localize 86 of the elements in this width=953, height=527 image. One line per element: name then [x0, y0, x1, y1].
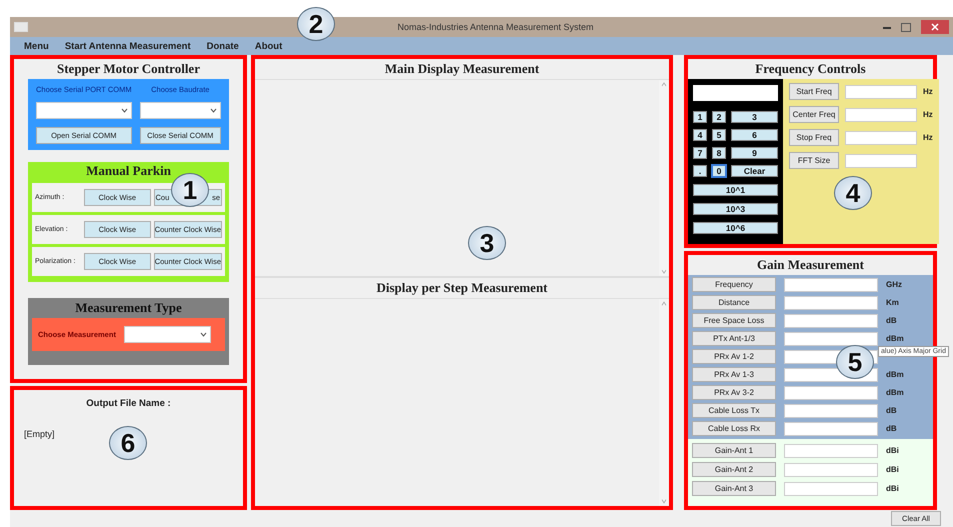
- unit-label: Hz: [923, 133, 933, 142]
- dropdown-caret-icon: [120, 108, 128, 113]
- gain-field[interactable]: [784, 278, 878, 292]
- keypad-key[interactable]: 10^1: [693, 184, 778, 196]
- panel-title: Frequency Controls: [754, 60, 867, 78]
- keypad-key[interactable]: 6: [731, 129, 778, 141]
- gain-button[interactable]: PRx Av 1-2: [692, 349, 776, 364]
- gain-field[interactable]: [784, 314, 878, 328]
- app-icon: [14, 22, 28, 32]
- group-title: Measurement Type: [74, 299, 183, 317]
- keypad-key[interactable]: 5: [712, 129, 726, 141]
- gain-button[interactable]: PRx Av 3-2: [692, 385, 776, 400]
- gain-field[interactable]: [784, 422, 878, 436]
- unit-label: dB: [886, 406, 897, 415]
- keypad-key[interactable]: 10^6: [693, 222, 778, 234]
- gain-button[interactable]: Free Space Loss: [692, 313, 776, 328]
- unit-label: dBi: [886, 446, 899, 455]
- frequency-field[interactable]: [845, 84, 917, 98]
- measurement-dropdown[interactable]: [124, 326, 211, 343]
- unit-label: dBm: [886, 334, 904, 343]
- gain-field[interactable]: [784, 462, 878, 476]
- display-title: Display per Step Measurement: [375, 279, 549, 298]
- keypad-key[interactable]: 7: [693, 147, 707, 159]
- menu-item[interactable]: Donate: [206, 40, 239, 52]
- keypad-key[interactable]: 10^3: [693, 203, 778, 215]
- keypad-key[interactable]: 2: [712, 111, 726, 123]
- port-dropdown[interactable]: [36, 102, 132, 119]
- gain-field[interactable]: [784, 404, 878, 418]
- frequency-field[interactable]: [845, 108, 917, 122]
- dropdown-caret-icon: [210, 108, 217, 113]
- keypad-key[interactable]: 9: [731, 147, 778, 159]
- menu-item[interactable]: About: [254, 40, 282, 52]
- keypad-key[interactable]: 3: [731, 111, 778, 123]
- sweep-setting-button[interactable]: FFT Size: [789, 152, 839, 169]
- minimize-icon[interactable]: [883, 24, 891, 30]
- gain-button[interactable]: PTx Ant-1/3: [692, 331, 776, 346]
- keypad-display[interactable]: [693, 85, 778, 101]
- panel-title: Stepper Motor Controller: [56, 60, 201, 78]
- gain-button[interactable]: Gain-Ant 2: [692, 462, 776, 477]
- scrollbar[interactable]: [659, 80, 669, 276]
- gain-button[interactable]: Cable Loss Rx: [692, 421, 776, 436]
- keypad-key[interactable]: 4: [693, 129, 707, 141]
- unit-label: dBi: [886, 465, 899, 474]
- display-title: Main Display Measurement: [384, 60, 540, 78]
- gain-button[interactable]: Gain-Ant 3: [692, 481, 776, 496]
- keypad-key[interactable]: .: [693, 165, 707, 177]
- frequency-field[interactable]: [845, 130, 917, 144]
- unit-label: Hz: [923, 110, 933, 119]
- gain-field[interactable]: [784, 444, 878, 458]
- gain-button[interactable]: Cable Loss Tx: [692, 403, 776, 418]
- gain-field[interactable]: [784, 482, 878, 496]
- gain-button[interactable]: PRx Av 1-3: [692, 367, 776, 382]
- unit-label: dBm: [886, 388, 904, 397]
- gain-field[interactable]: [784, 332, 878, 346]
- gain-button[interactable]: Distance: [692, 295, 776, 310]
- sweep-setting-button[interactable]: Stop Freq: [789, 129, 839, 146]
- baudrate-dropdown[interactable]: [140, 102, 221, 119]
- unit-label: Hz: [923, 87, 933, 96]
- group-title: Manual Parkin: [85, 162, 172, 180]
- keypad-key[interactable]: 8: [712, 147, 726, 159]
- unit-label: dB: [886, 316, 897, 325]
- menu-item[interactable]: Start Antenna Measurement: [64, 40, 191, 52]
- unit-label: dB: [886, 424, 897, 433]
- sweep-setting-button[interactable]: Start Freq: [789, 83, 839, 100]
- output-title: Output File Name :: [85, 398, 172, 409]
- gain-button[interactable]: Gain-Ant 1: [692, 443, 776, 458]
- unit-label: GHz: [886, 280, 902, 289]
- gain-field[interactable]: [784, 296, 878, 310]
- window-title: Nomas-Industries Antenna Measurement System: [397, 22, 594, 32]
- keypad-key[interactable]: Clear: [731, 165, 778, 177]
- dropdown-caret-icon: [200, 332, 207, 337]
- sweep-setting-button[interactable]: Center Freq: [789, 106, 839, 123]
- gain-field[interactable]: [784, 386, 878, 400]
- keypad-key[interactable]: 0: [712, 165, 726, 177]
- panel-title: Gain Measurement: [756, 256, 865, 274]
- callout-tooltip: 2: [297, 7, 335, 41]
- menu-item[interactable]: Menu: [24, 40, 49, 52]
- unit-label: dBi: [886, 484, 899, 493]
- scrollbar[interactable]: [659, 299, 669, 506]
- maximize-icon[interactable]: [901, 22, 911, 32]
- keypad-key[interactable]: 1: [693, 111, 707, 123]
- unit-label: dBm: [886, 370, 904, 379]
- frequency-field[interactable]: [845, 154, 917, 168]
- output-file-name: [Empty]: [24, 429, 56, 439]
- unit-label: Km: [886, 298, 899, 307]
- gain-button[interactable]: Frequency: [692, 277, 776, 292]
